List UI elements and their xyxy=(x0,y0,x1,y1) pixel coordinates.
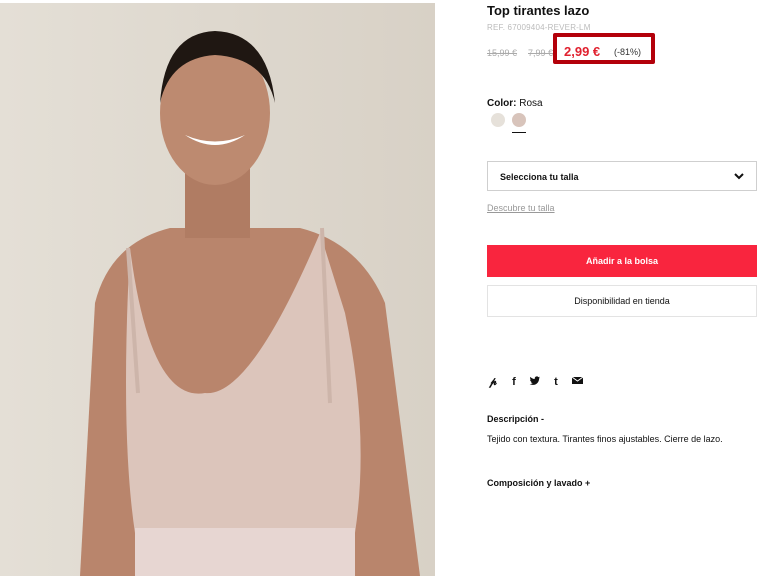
previous-price: 7,99 € xyxy=(528,48,554,58)
current-price-highlight: 2,99 € (-81%) xyxy=(553,33,655,64)
discount-badge: (-81%) xyxy=(614,47,642,57)
product-title: Top tirantes lazo xyxy=(487,3,590,18)
chevron-down-icon xyxy=(734,173,744,180)
original-price: 15,99 € xyxy=(487,48,518,58)
current-price: 2,99 € xyxy=(564,44,601,59)
twitter-icon[interactable] xyxy=(529,375,541,389)
composition-title[interactable]: Composición y lavado + xyxy=(487,478,590,488)
color-value: Rosa xyxy=(519,98,543,109)
color-swatch-light[interactable] xyxy=(491,113,505,127)
store-availability-button[interactable]: Disponibilidad en tienda xyxy=(487,285,757,317)
color-label: Color: Rosa xyxy=(487,98,543,109)
size-select-label: Selecciona tu talla xyxy=(500,172,579,182)
selected-swatch-indicator xyxy=(512,132,526,133)
product-image[interactable] xyxy=(0,3,435,576)
color-swatch-rosa[interactable] xyxy=(512,113,526,127)
add-to-bag-button[interactable]: Añadir a la bolsa xyxy=(487,245,757,277)
facebook-icon[interactable]: f xyxy=(508,375,520,389)
size-guide-link[interactable]: Descubre tu talla xyxy=(487,203,555,213)
email-icon[interactable] xyxy=(571,375,583,389)
share-bar: 𝓅 f t xyxy=(487,375,583,389)
description-text: Tejido con textura. Tirantes finos ajust… xyxy=(487,434,723,444)
description-title[interactable]: Descripción - xyxy=(487,414,544,424)
color-label-title: Color: xyxy=(487,98,517,109)
size-select[interactable]: Selecciona tu talla xyxy=(487,161,757,191)
tumblr-icon[interactable]: t xyxy=(550,375,562,389)
pinterest-icon[interactable]: 𝓅 xyxy=(487,375,499,389)
product-reference: REF. 67009404-REVER-LM xyxy=(487,23,591,32)
